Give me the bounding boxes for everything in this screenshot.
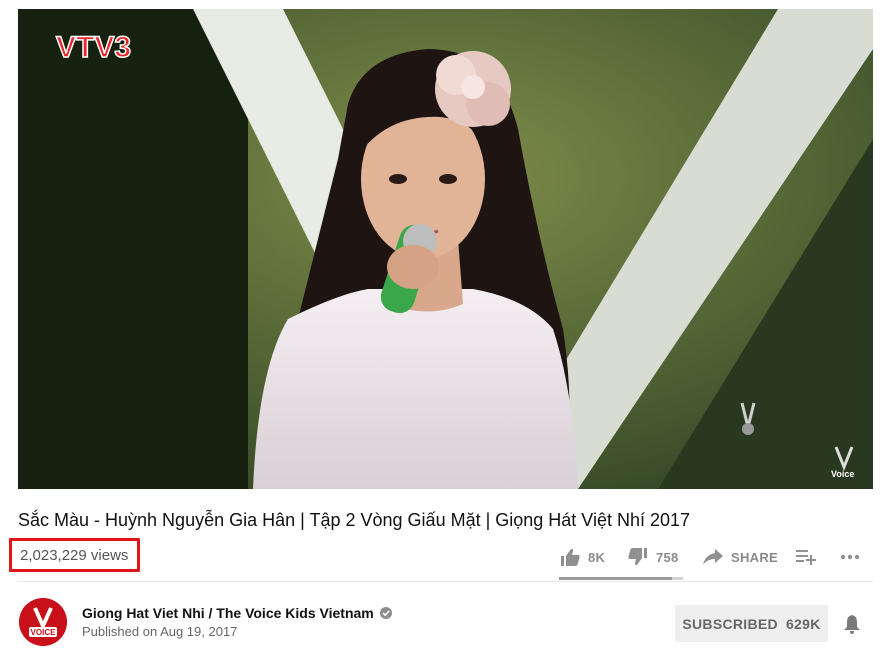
notification-bell-button[interactable]: [843, 614, 861, 639]
vtv3-logo: VTV3: [55, 30, 132, 65]
video-title: Sắc Màu - Huỳnh Nguyễn Gia Hân | Tập 2 V…: [18, 510, 691, 530]
video-info-row: 2,023,229 views 8K 758 SHARE: [0, 538, 890, 578]
sentiment-bar-like-fill: [559, 577, 672, 580]
divider: [18, 581, 873, 582]
dislike-button[interactable]: 758: [628, 542, 679, 572]
svg-text:VOICE: VOICE: [31, 628, 57, 637]
bell-icon: [844, 614, 860, 634]
channel-row: VOICE Giong Hat Viet Nhi / The Voice Kid…: [0, 592, 890, 652]
channel-name[interactable]: Giong Hat Viet Nhi / The Voice Kids Viet…: [82, 605, 392, 621]
channel-name-text[interactable]: Giong Hat Viet Nhi / The Voice Kids Viet…: [82, 605, 374, 621]
more-icon: [840, 554, 860, 560]
subscriber-count: 629K: [785, 615, 821, 632]
like-icon: [561, 548, 580, 566]
verified-icon: [379, 607, 392, 619]
like-button[interactable]: 8K: [560, 542, 605, 572]
share-label: SHARE: [731, 549, 779, 565]
video-frame: VTV3 Voice: [18, 9, 873, 489]
sentiment-bar: [559, 577, 683, 580]
share-button[interactable]: SHARE: [703, 542, 778, 572]
voice-kids-logo-icon: VOICE: [19, 598, 67, 646]
dislike-count: 758: [656, 549, 679, 565]
publish-date: Published on Aug 19, 2017: [82, 624, 238, 639]
svg-text:VTV3: VTV3: [56, 31, 131, 64]
add-to-playlist-icon: [796, 550, 816, 565]
channel-avatar[interactable]: VOICE: [19, 598, 67, 646]
video-actions: 8K 758 SHARE: [560, 542, 878, 572]
svg-text:Voice: Voice: [831, 469, 854, 479]
add-to-playlist-button[interactable]: [796, 542, 824, 572]
share-icon: [703, 549, 723, 565]
dislike-icon: [628, 548, 647, 566]
like-count: 8K: [588, 549, 606, 565]
video-player[interactable]: VTV3 Voice: [18, 9, 873, 489]
more-actions-button[interactable]: [840, 542, 868, 572]
view-count-highlight: 2,023,229 views: [9, 538, 140, 572]
subscribe-label: SUBSCRIBED: [682, 615, 778, 632]
subscribe-button[interactable]: SUBSCRIBED 629K: [675, 605, 828, 642]
view-count: 2,023,229 views: [20, 546, 129, 564]
